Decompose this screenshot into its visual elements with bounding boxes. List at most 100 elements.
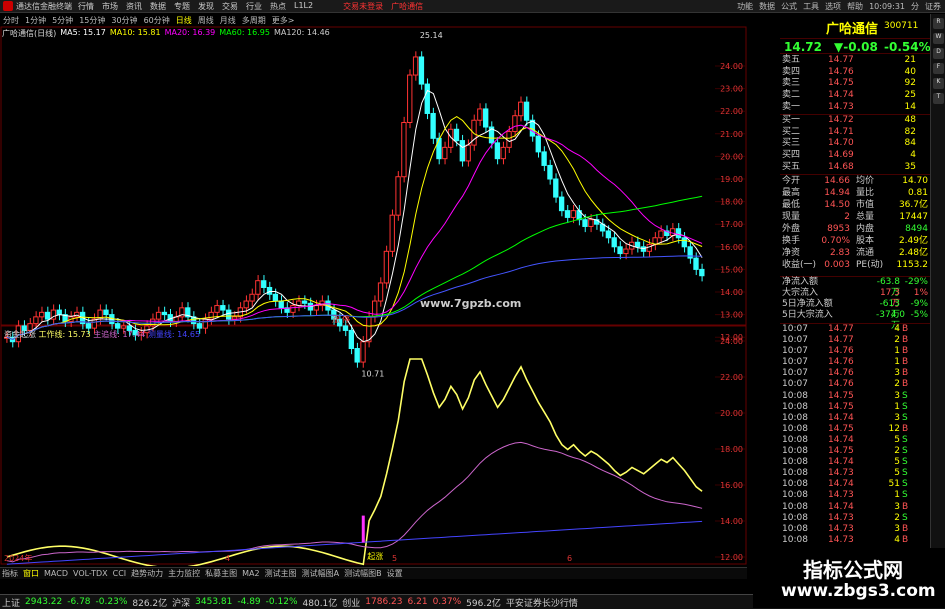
trade-row[interactable]: 10:08 14.74 3 B — [780, 502, 930, 513]
period-tab-6[interactable]: 日线 — [175, 15, 193, 26]
buy-row[interactable]: 买五 14.68 35 — [780, 162, 930, 174]
indicator-tab-3[interactable]: VOL-TDX — [73, 569, 108, 578]
sidebar-btn-6[interactable]: T — [933, 93, 944, 104]
period-tab-1[interactable]: 1分钟 — [24, 15, 47, 26]
trade-row[interactable]: 10:08 14.73 4 B — [780, 535, 930, 546]
indicator-tab-8[interactable]: MA2 — [242, 569, 259, 578]
buy-vol: 82 — [904, 126, 916, 137]
buy-row[interactable]: 买三 14.70 84 — [780, 138, 930, 150]
trade-row[interactable]: 10:08 14.73 3 B — [780, 524, 930, 535]
indicator-tab-5[interactable]: 趋势动力 — [131, 568, 163, 579]
stat-label-2: 量比 — [856, 188, 875, 198]
center-item-1[interactable]: 广哈通信 — [391, 1, 423, 12]
buy-row[interactable]: 买二 14.71 82 — [780, 127, 930, 139]
menu-item-8[interactable]: 热点 — [270, 1, 286, 12]
trade-vol: 2 — [894, 446, 900, 457]
sidebar-btn-3[interactable]: D — [933, 48, 944, 59]
indicator-tab-11[interactable]: 测试幅图B — [344, 568, 382, 579]
trade-row[interactable]: 10:07 14.77 2 B — [780, 335, 930, 346]
trade-row[interactable]: 10:07 14.76 2 B — [780, 379, 930, 390]
period-tab-4[interactable]: 30分钟 — [110, 15, 138, 26]
candle-body — [477, 108, 483, 121]
sidebar-btn-5[interactable]: K — [933, 78, 944, 89]
trade-row[interactable]: 10:08 14.74 5 S — [780, 435, 930, 446]
sell-label: 卖四 — [782, 66, 801, 77]
trade-row[interactable]: 10:08 14.75 12 B — [780, 424, 930, 435]
indicator-tab-0[interactable]: 指标 — [2, 568, 18, 579]
date-label: 6 — [567, 554, 572, 563]
sidebar-btn-1[interactable]: R — [933, 18, 944, 29]
period-tab-0[interactable]: 分时 — [2, 15, 20, 26]
trade-row[interactable]: 10:08 14.75 3 S — [780, 391, 930, 402]
trade-row[interactable]: 10:07 14.77 4 B — [780, 324, 930, 335]
right-menu-item-7[interactable]: 分 — [911, 1, 919, 12]
bottom-watermark: 指标公式网 www.zbgs3.com — [753, 548, 945, 608]
indicator-tab-2[interactable]: MACD — [44, 569, 68, 578]
menu-item-2[interactable]: 资讯 — [126, 1, 142, 12]
right-menu-item-3[interactable]: 工具 — [803, 1, 819, 12]
trade-row[interactable]: 10:08 14.74 5 S — [780, 457, 930, 468]
trade-price: 14.76 — [828, 346, 854, 357]
stat-value-2: 8494 — [905, 224, 928, 234]
center-item-0[interactable]: 交易未登录 — [343, 1, 383, 12]
right-menu-item-0[interactable]: 功能 — [737, 1, 753, 12]
indicator-tab-9[interactable]: 测试主图 — [265, 568, 297, 579]
indicator-tab-1[interactable]: 窗口 — [23, 568, 39, 579]
period-tab-9[interactable]: 多周期 — [241, 15, 267, 26]
price-chart[interactable]: 24.00 23.00 22.00 21.00 20.00 19.00 18.00 17.00… — [0, 26, 780, 566]
trade-row[interactable]: 10:08 14.75 2 S — [780, 446, 930, 457]
sell-vol: 25 — [904, 90, 916, 101]
trade-row[interactable]: 10:07 14.76 1 B — [780, 357, 930, 368]
sell-row[interactable]: 卖一 14.73 14 — [780, 102, 930, 114]
sell-row[interactable]: 卖三 14.75 92 — [780, 78, 930, 90]
status-item-1: 2943.22 — [25, 597, 63, 607]
trade-time: 10:08 — [782, 446, 808, 457]
right-menu-item-1[interactable]: 数据 — [759, 1, 775, 12]
trade-row[interactable]: 10:08 14.73 1 S — [780, 490, 930, 501]
buy-row[interactable]: 买一 14.72 48 — [780, 115, 930, 127]
right-menu-item-5[interactable]: 帮助 — [847, 1, 863, 12]
trade-row[interactable]: 10:07 14.76 3 B — [780, 368, 930, 379]
sidebar-btn-4[interactable]: F — [933, 63, 944, 74]
menu-item-4[interactable]: 专题 — [174, 1, 190, 12]
trade-list[interactable]: 10:07 14.77 4 B 10:07 14.77 2 B 10:07 14.76 1 B 10:0… — [780, 323, 930, 546]
right-menu-item-2[interactable]: 公式 — [781, 1, 797, 12]
period-tab-5[interactable]: 60分钟 — [143, 15, 171, 26]
sell-row[interactable]: 卖五 14.77 21 — [780, 55, 930, 67]
trade-row[interactable]: 10:08 14.73 5 S — [780, 468, 930, 479]
trade-row[interactable]: 10:08 14.75 1 S — [780, 402, 930, 413]
sell-row[interactable]: 卖二 14.74 25 — [780, 90, 930, 102]
right-menu-item-6[interactable]: 10:09:31 — [869, 2, 905, 11]
menu-item-5[interactable]: 发现 — [198, 1, 214, 12]
period-tab-10[interactable]: 更多> — [271, 15, 296, 26]
indicator-tab-10[interactable]: 测试幅图A — [302, 568, 339, 579]
trade-row[interactable]: 10:07 14.76 1 B — [780, 346, 930, 357]
indicator-tab-7[interactable]: 私募主图 — [205, 568, 237, 579]
trade-row[interactable]: 10:08 14.73 2 S — [780, 513, 930, 524]
candle-body — [430, 112, 436, 139]
right-menu-item-8[interactable]: 证券 — [925, 1, 941, 12]
trade-row[interactable]: 10:08 14.74 3 S — [780, 413, 930, 424]
right-menu-item-4[interactable]: 选项 — [825, 1, 841, 12]
trade-time: 10:08 — [782, 490, 808, 501]
period-tab-2[interactable]: 5分钟 — [51, 15, 74, 26]
period-tab-7[interactable]: 周线 — [197, 15, 215, 26]
trade-row[interactable]: 10:08 14.74 51 S — [780, 479, 930, 490]
ind-axis-label: 16.00 — [720, 481, 743, 490]
menu-item-1[interactable]: 市场 — [102, 1, 118, 12]
menu-item-0[interactable]: 行情 — [78, 1, 94, 12]
indicator-tab-4[interactable]: CCI — [113, 569, 127, 578]
period-tab-3[interactable]: 15分钟 — [78, 15, 106, 26]
buy-price: 14.68 — [828, 161, 854, 172]
period-tab-8[interactable]: 月线 — [219, 15, 237, 26]
menu-item-3[interactable]: 数据 — [150, 1, 166, 12]
sell-row[interactable]: 卖四 14.76 40 — [780, 67, 930, 79]
buy-row[interactable]: 买四 14.69 4 — [780, 150, 930, 162]
menu-item-6[interactable]: 交易 — [222, 1, 238, 12]
indicator-tab-12[interactable]: 设置 — [387, 568, 403, 579]
indicator-tab-6[interactable]: 主力监控 — [168, 568, 200, 579]
menu-item-7[interactable]: 行业 — [246, 1, 262, 12]
ind-legend-item: 主追线: 17.44 — [93, 329, 148, 339]
menu-item-9[interactable]: L1L2 — [294, 1, 313, 12]
sidebar-btn-2[interactable]: W — [933, 33, 944, 44]
